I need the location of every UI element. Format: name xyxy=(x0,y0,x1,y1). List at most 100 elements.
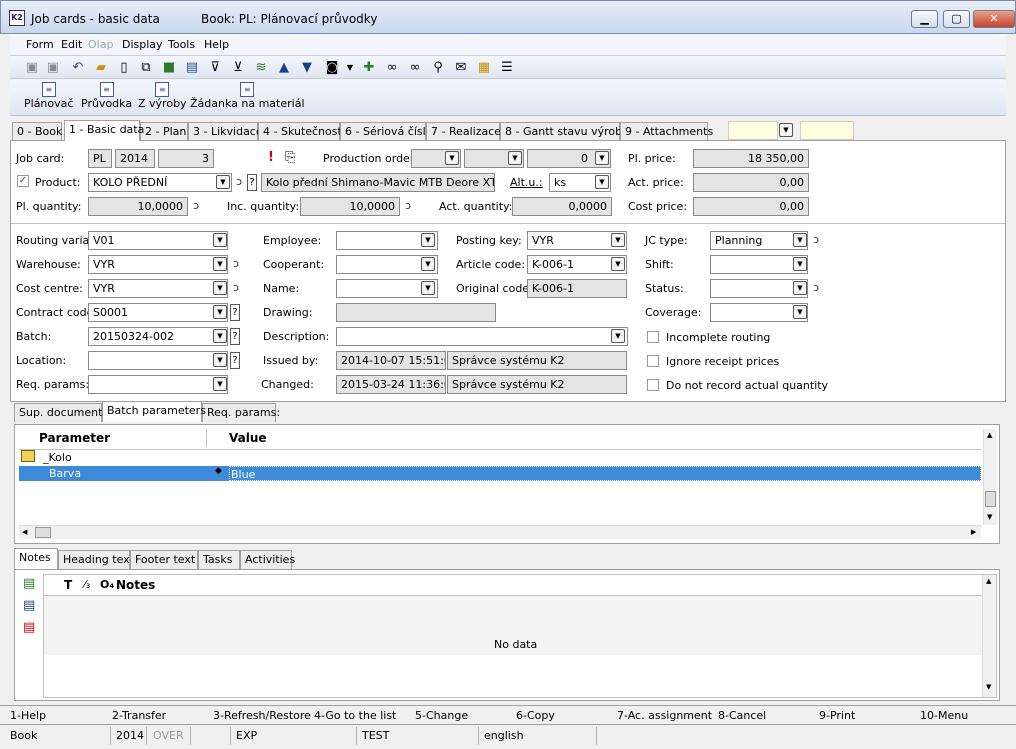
production-order-book-dropdown[interactable]: ▼ xyxy=(445,151,459,165)
open-folder-icon[interactable]: ▰ xyxy=(93,60,109,76)
tab-realizace[interactable]: 7 - Realizace xyxy=(426,122,501,141)
tab-sup-documents[interactable]: Sup. documents xyxy=(14,403,108,422)
notes-icon[interactable]: ▦ xyxy=(476,60,492,76)
notes-scrollbar[interactable]: ▲ ▼ xyxy=(982,575,996,697)
req-params-field[interactable] xyxy=(88,375,228,394)
fkey-refresh[interactable]: 3-Refresh/Restore xyxy=(213,709,311,722)
production-order-year-dropdown[interactable]: ▼ xyxy=(508,151,522,165)
tab-plan[interactable]: 2 - Plan xyxy=(140,122,188,141)
scroll-up-icon[interactable]: ▲ xyxy=(987,431,992,439)
batch-help-button[interactable]: ? xyxy=(230,328,240,345)
delete-note-icon[interactable]: ▤ xyxy=(23,620,35,635)
scroll-thumb[interactable] xyxy=(985,491,996,507)
filter-icon[interactable]: ⊽ xyxy=(207,60,223,76)
book-icon[interactable]: ▤ xyxy=(184,60,200,76)
job-book-field[interactable]: PL xyxy=(88,149,112,168)
drawing-field[interactable] xyxy=(336,303,496,322)
undo-icon[interactable]: ↶ xyxy=(70,60,86,76)
menu-form[interactable]: Form xyxy=(26,38,54,51)
history-icon[interactable]: ↄ xyxy=(405,199,411,212)
planovac-button[interactable]: ≡ Plánovač xyxy=(24,82,73,110)
notes-column-header[interactable]: Notes xyxy=(116,578,155,592)
lock-icon[interactable]: ■ xyxy=(161,60,177,76)
camera-dropdown-icon[interactable]: ▼ xyxy=(342,60,358,76)
stack-icon[interactable]: ≋ xyxy=(253,60,269,76)
tab-activities[interactable]: Activities xyxy=(240,550,295,569)
clipboard-icon[interactable]: ⎘ xyxy=(285,150,295,165)
routing-variant-dropdown[interactable]: ▼ xyxy=(213,233,227,247)
scroll-down-icon[interactable]: ▼ xyxy=(987,513,992,521)
description-field[interactable] xyxy=(336,327,628,346)
group-row[interactable]: _Kolo xyxy=(19,450,981,465)
tab-likvidace[interactable]: 3 - Likvidace xyxy=(188,122,263,141)
product-checkbox[interactable]: ✓ xyxy=(17,175,29,187)
history-icon[interactable]: ↄ xyxy=(233,257,239,270)
arrow-down-icon[interactable]: ▼ xyxy=(299,60,315,76)
tab-seriova-cisla[interactable]: 6 - Sériová čísla xyxy=(340,122,432,141)
location-dropdown[interactable]: ▼ xyxy=(213,353,227,367)
tab-batch-parameters[interactable]: Batch parameters xyxy=(102,401,206,422)
inc-quantity-field[interactable]: 10,0000 xyxy=(300,197,400,216)
menu-help[interactable]: Help xyxy=(204,38,229,51)
vertical-scrollbar[interactable]: ▲ ▼ xyxy=(983,429,997,525)
fkey-go-to-list[interactable]: 4-Go to the list xyxy=(314,709,396,722)
history-icon[interactable]: ↄ xyxy=(193,199,199,212)
mail-icon[interactable]: ✉ xyxy=(453,60,469,76)
do-not-record-checkbox[interactable] xyxy=(647,379,659,391)
new-document-icon[interactable]: ▯ xyxy=(116,60,132,76)
status-dropdown[interactable]: ▼ xyxy=(793,281,807,295)
product-dropdown[interactable]: ▼ xyxy=(216,175,230,189)
maximize-button[interactable]: ▢ xyxy=(943,10,970,28)
zadanka-button[interactable]: ≡ Žádanka na materiál xyxy=(190,82,305,110)
fkey-ac-assignment[interactable]: 7-Ac. assignment ar xyxy=(617,709,715,722)
scroll-down-icon[interactable]: ▼ xyxy=(986,683,991,691)
production-order-number-dropdown[interactable]: ▼ xyxy=(595,151,609,165)
batch-dropdown[interactable]: ▼ xyxy=(213,329,227,343)
menu-edit[interactable]: Edit xyxy=(61,38,82,51)
parameter-column-header[interactable]: Parameter xyxy=(39,431,110,445)
contract-code-dropdown[interactable]: ▼ xyxy=(213,305,227,319)
history-icon[interactable]: ↄ xyxy=(236,175,242,188)
product-field[interactable]: KOLO PŘEDNÍ xyxy=(88,173,232,192)
contract-help-button[interactable]: ? xyxy=(230,304,240,321)
fkey-print[interactable]: 9-Print xyxy=(819,709,855,722)
cooperant-dropdown[interactable]: ▼ xyxy=(421,257,435,271)
cost-centre-dropdown[interactable]: ▼ xyxy=(213,281,227,295)
history-icon[interactable]: ↄ xyxy=(233,281,239,294)
quick-field-dropdown[interactable]: ▼ xyxy=(779,123,793,137)
history-icon[interactable]: ↄ xyxy=(813,281,819,294)
tab-footer-text[interactable]: Footer text xyxy=(130,550,198,569)
scroll-right-icon[interactable]: ▶ xyxy=(971,528,976,536)
tab-gantt[interactable]: 8 - Gantt stavu výroby xyxy=(500,122,629,141)
tab-heading-text[interactable]: Heading text xyxy=(58,550,134,569)
alt-unit-dropdown[interactable]: ▼ xyxy=(595,175,609,189)
binoculars-icon[interactable]: ∞ xyxy=(384,60,400,76)
scroll-left-icon[interactable]: ◀ xyxy=(22,528,27,536)
ignore-receipt-prices-checkbox[interactable] xyxy=(647,355,659,367)
employee-dropdown[interactable]: ▼ xyxy=(421,233,435,247)
tab-notes[interactable]: Notes xyxy=(14,548,58,569)
minimize-button[interactable]: ▁ xyxy=(911,10,938,28)
edit-note-icon[interactable]: ▤ xyxy=(23,598,35,613)
jc-type-dropdown[interactable]: ▼ xyxy=(793,233,807,247)
arrow-up-icon[interactable]: ▲ xyxy=(276,60,292,76)
job-number-field[interactable]: 3 xyxy=(158,149,214,168)
incomplete-routing-checkbox[interactable] xyxy=(647,331,659,343)
history-icon[interactable]: ↄ xyxy=(813,233,819,246)
article-code-dropdown[interactable]: ▼ xyxy=(611,257,625,271)
fkey-cancel[interactable]: 8-Cancel xyxy=(718,709,766,722)
batch-field[interactable]: 20150324-002 xyxy=(88,327,228,346)
coverage-dropdown[interactable]: ▼ xyxy=(793,305,807,319)
job-year-field[interactable]: 2014 xyxy=(115,149,155,168)
menu-lines-icon[interactable]: ☰ xyxy=(499,60,515,76)
type-column-header[interactable]: T xyxy=(64,578,72,592)
location-field[interactable] xyxy=(88,351,228,370)
pin-icon[interactable]: ⚲ xyxy=(430,60,446,76)
save-all-icon[interactable]: ▣ xyxy=(45,60,61,76)
tab-req-params[interactable]: Req. params: xyxy=(202,403,280,422)
quick-field-2[interactable] xyxy=(800,121,854,140)
pruvodka-button[interactable]: ≡ Průvodka xyxy=(81,82,132,110)
posting-key-dropdown[interactable]: ▼ xyxy=(611,233,625,247)
pl-quantity-field[interactable]: 10,0000 xyxy=(88,197,188,216)
z-vyroby-button[interactable]: ≡ Z výroby xyxy=(138,82,187,110)
